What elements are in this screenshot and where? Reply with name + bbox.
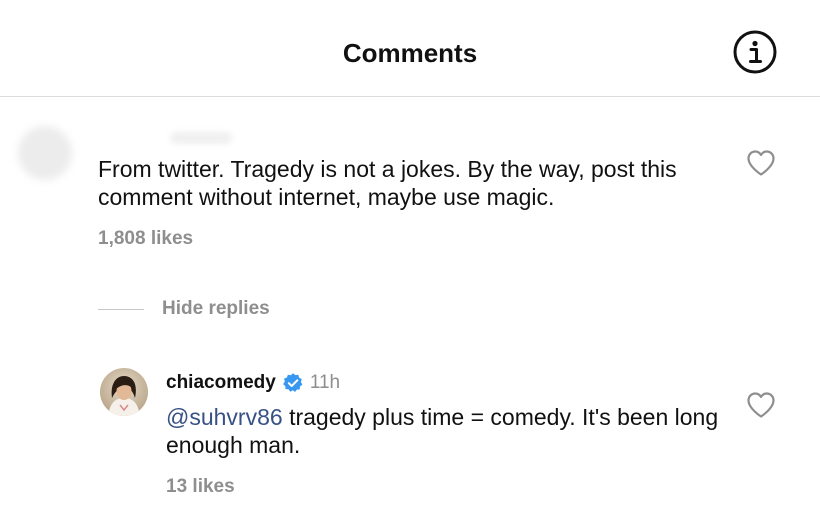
verified-badge-icon: [282, 372, 304, 394]
comment-username[interactable]: [170, 132, 232, 144]
hide-replies-button[interactable]: Hide replies: [98, 296, 270, 322]
mention-link[interactable]: @suhvrv86: [166, 404, 283, 430]
reply-text: @suhvrv86 tragedy plus time = comedy. It…: [166, 403, 726, 459]
reply-header: chiacomedy 11h: [166, 372, 340, 394]
reply-likes[interactable]: 13 likes: [166, 476, 235, 498]
heart-outline-icon[interactable]: [746, 391, 776, 419]
page-title: Comments: [342, 38, 478, 68]
comment-likes[interactable]: 1,808 likes: [98, 228, 193, 250]
reply-timestamp: 11h: [309, 372, 341, 393]
replies-divider-line: [98, 308, 144, 310]
heart-outline-icon[interactable]: [746, 149, 776, 177]
hide-replies-label: Hide replies: [162, 298, 270, 319]
reply-username[interactable]: chiacomedy: [166, 372, 276, 394]
avatar[interactable]: [100, 368, 148, 416]
info-icon[interactable]: [733, 30, 777, 74]
comment-text: From twitter. Tragedy is not a jokes. By…: [98, 156, 677, 210]
comments-header: Comments: [0, 0, 820, 97]
avatar[interactable]: [18, 126, 72, 180]
